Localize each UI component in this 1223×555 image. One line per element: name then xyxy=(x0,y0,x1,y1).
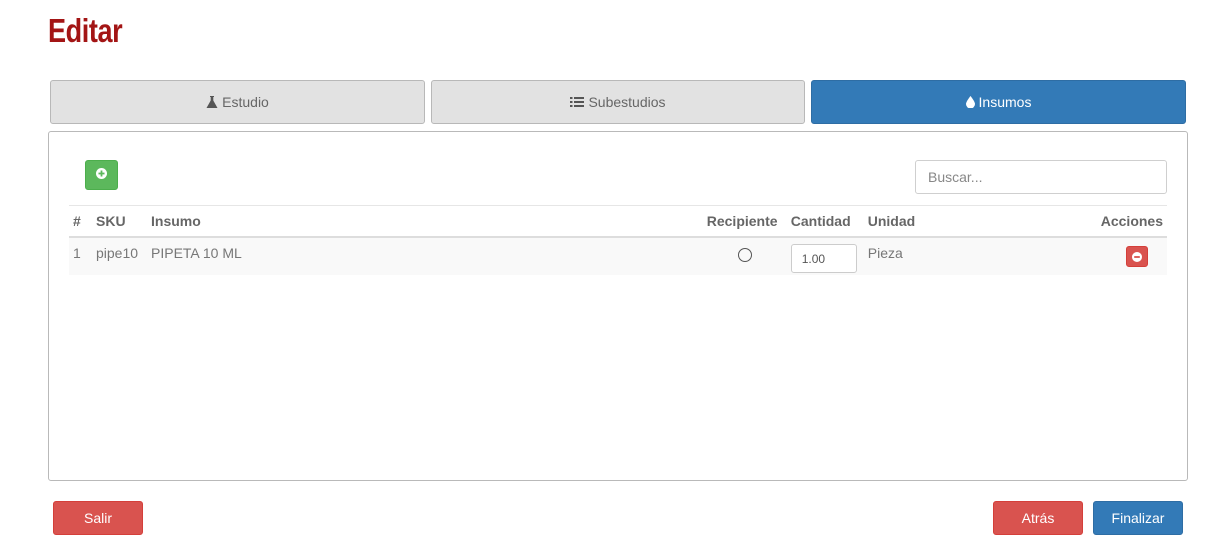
add-insumo-button[interactable] xyxy=(85,160,118,190)
back-button[interactable]: Atrás xyxy=(993,501,1083,535)
row-cantidad xyxy=(786,237,864,275)
row-acciones xyxy=(1096,237,1167,275)
exit-button[interactable]: Salir xyxy=(53,501,143,535)
tab-label: Estudio xyxy=(222,94,269,110)
remove-row-button[interactable] xyxy=(1125,246,1148,267)
col-header-cantidad: Cantidad xyxy=(786,205,864,238)
row-unidad: Pieza xyxy=(863,237,1097,275)
list-icon xyxy=(570,96,585,108)
row-number: 1 xyxy=(69,237,92,275)
col-header-insumo: Insumo xyxy=(147,205,703,238)
col-header-number: # xyxy=(69,205,92,238)
tab-insumos[interactable]: Insumos xyxy=(811,80,1186,124)
cantidad-input[interactable] xyxy=(790,244,857,273)
row-recipiente xyxy=(702,237,787,275)
finish-button[interactable]: Finalizar xyxy=(1093,501,1183,535)
row-sku: pipe10 xyxy=(92,237,147,275)
col-header-acciones: Acciones xyxy=(1096,205,1167,238)
table-header-row: # SKU Insumo Recipiente Cantidad Unidad … xyxy=(69,205,1167,238)
table-row: 1 pipe10 PIPETA 10 ML Pieza xyxy=(69,237,1167,275)
col-header-sku: SKU xyxy=(92,205,147,238)
plus-circle-icon xyxy=(96,166,107,184)
tab-subestudios[interactable]: Subestudios xyxy=(431,80,805,124)
flask-icon xyxy=(206,95,218,109)
page-title: Editar xyxy=(48,12,123,49)
recipiente-radio[interactable] xyxy=(737,248,752,262)
tab-label: Subestudios xyxy=(588,94,666,110)
minus-circle-icon xyxy=(1131,251,1142,262)
tab-estudio[interactable]: Estudio xyxy=(50,80,425,124)
row-insumo: PIPETA 10 ML xyxy=(147,237,703,275)
insumos-panel: # SKU Insumo Recipiente Cantidad Unidad … xyxy=(48,131,1188,481)
col-header-unidad: Unidad xyxy=(863,205,1097,238)
insumos-table: # SKU Insumo Recipiente Cantidad Unidad … xyxy=(69,205,1167,275)
tab-label: Insumos xyxy=(978,94,1032,110)
tint-icon xyxy=(965,96,975,108)
search-input[interactable] xyxy=(915,160,1167,194)
col-header-recipiente: Recipiente xyxy=(702,205,787,238)
